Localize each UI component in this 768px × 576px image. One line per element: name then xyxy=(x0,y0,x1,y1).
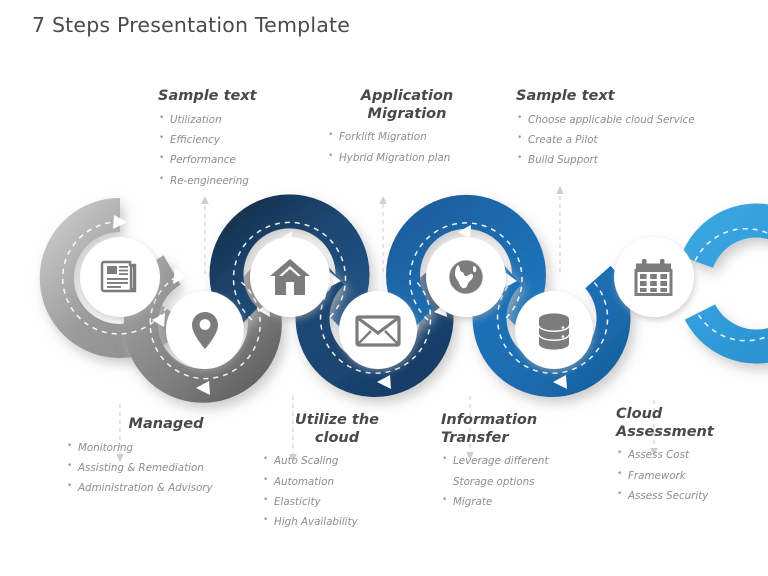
calendar-icon xyxy=(634,259,673,296)
ring-step-7 xyxy=(681,203,768,364)
list-item: High Availability xyxy=(262,516,412,527)
list-item: Monitoring xyxy=(66,442,266,453)
block-heading: Sample text xyxy=(158,88,257,104)
block-bullet-list: Auto Scaling Automation Elasticity High … xyxy=(262,455,412,527)
text-block-bottom-2: Utilize the cloud Auto Scaling Automatio… xyxy=(262,412,412,538)
list-item: Assisting & Remediation xyxy=(66,462,266,473)
text-block-bottom-1: Managed Monitoring Assisting & Remediati… xyxy=(66,416,266,504)
step-circle-2[interactable] xyxy=(166,291,244,369)
list-item: Automation xyxy=(262,476,412,487)
block-bullet-list: Leverage different Storage options Migra… xyxy=(441,455,596,507)
step-circle-6[interactable] xyxy=(515,291,593,369)
list-item: Assess Cost xyxy=(616,449,756,460)
list-item: Hybrid Migration plan xyxy=(327,152,487,163)
list-item: Leverage different xyxy=(441,455,596,466)
list-item: Performance xyxy=(158,154,308,165)
step-circle-3[interactable] xyxy=(250,237,330,317)
block-heading: Information Transfer xyxy=(441,412,538,446)
list-item: Choose applicable cloud Service xyxy=(516,114,726,125)
list-item: Create a Pilot xyxy=(516,134,726,145)
step-circle-7[interactable] xyxy=(614,237,694,317)
block-heading: Managed xyxy=(128,416,204,432)
list-item: Utilization xyxy=(158,114,308,125)
block-heading: Application Migration xyxy=(360,88,454,122)
block-heading: Cloud Assessment xyxy=(616,406,714,440)
list-item: Administration & Advisory xyxy=(66,482,266,493)
step-circle-5[interactable] xyxy=(426,237,506,317)
block-bullet-list: Forklift Migration Hybrid Migration plan xyxy=(327,131,487,163)
step-circle-1[interactable] xyxy=(80,237,160,317)
block-bullet-list: Monitoring Assisting & Remediation Admin… xyxy=(66,442,266,494)
list-item: Auto Scaling xyxy=(262,455,412,466)
list-item: Efficiency xyxy=(158,134,308,145)
list-item: Re-engineering xyxy=(158,175,308,186)
text-block-bottom-4: Cloud Assessment Assess Cost Framework A… xyxy=(616,406,756,511)
block-bullet-list: Choose applicable cloud Service Create a… xyxy=(516,114,726,166)
list-item: Assess Security xyxy=(616,490,756,501)
list-item: Framework xyxy=(616,470,756,481)
list-item: Forklift Migration xyxy=(327,131,487,142)
block-heading: Utilize the cloud xyxy=(294,412,380,446)
text-block-bottom-3: Information Transfer Leverage different … xyxy=(441,412,596,517)
list-item: Elasticity xyxy=(262,496,412,507)
list-item: Migrate xyxy=(441,496,596,507)
block-bullet-list: Utilization Efficiency Performance Re-en… xyxy=(158,114,308,186)
globe-icon xyxy=(448,259,484,295)
block-heading: Sample text xyxy=(516,88,615,104)
text-block-top-1: Sample text Utilization Efficiency Perfo… xyxy=(158,88,308,196)
list-item-continuation: Storage options xyxy=(453,475,535,488)
text-block-top-3: Sample text Choose applicable cloud Serv… xyxy=(516,88,726,176)
block-bullet-list: Assess Cost Framework Assess Security xyxy=(616,449,756,501)
text-block-top-2: Application Migration Forklift Migration… xyxy=(327,88,487,173)
list-item: Build Support xyxy=(516,154,726,165)
database-icon xyxy=(538,313,570,350)
step-circle-4[interactable] xyxy=(339,291,417,369)
